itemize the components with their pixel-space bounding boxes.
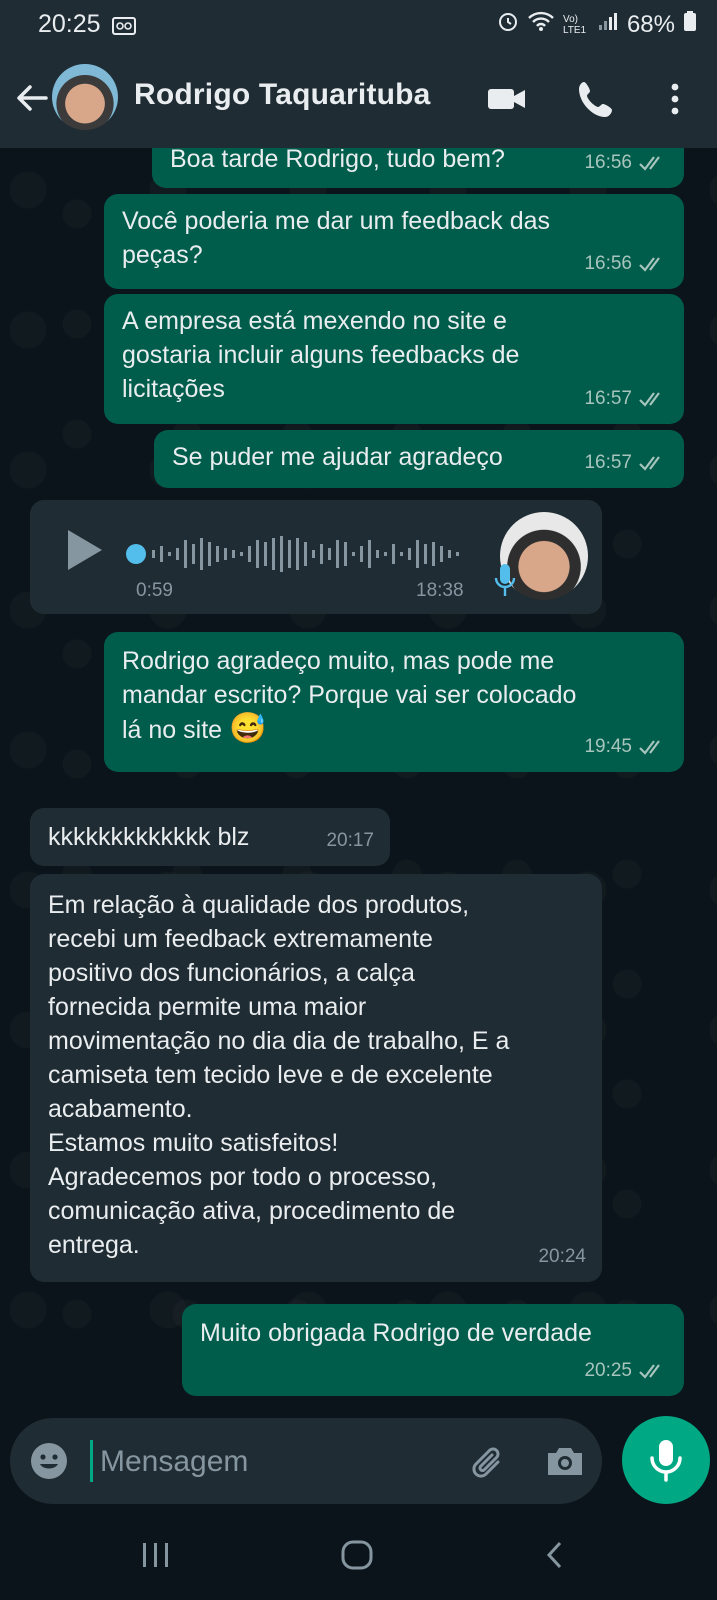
contact-name[interactable]: Rodrigo Taquarituba: [134, 78, 431, 112]
microphone-icon: [494, 562, 516, 603]
recent-apps-icon[interactable]: [140, 1540, 172, 1575]
battery-icon: [683, 10, 697, 39]
message-text: Muito obrigada Rodrigo de verdade: [200, 1319, 592, 1347]
status-time: 20:25: [38, 10, 101, 38]
signal-icon: [597, 10, 619, 39]
message-incoming[interactable]: kkkkkkkkkkkkk blz 20:17: [30, 808, 390, 866]
message-time: 16:57: [584, 452, 632, 473]
chat-area[interactable]: Boa tarde Rodrigo, tudo bem? 16:56 Você …: [0, 148, 717, 1410]
voicemail-icon: [112, 14, 136, 42]
status-bar: 20:25 Vo) LTE1 68%: [0, 0, 717, 50]
network-label: Vo) LTE1: [562, 13, 587, 36]
double-check-icon: [639, 456, 660, 471]
paperclip-icon[interactable]: [468, 1440, 510, 1487]
microphone-icon: [650, 1440, 682, 1482]
text-caret: [90, 1440, 93, 1482]
message-outgoing[interactable]: Boa tarde Rodrigo, tudo bem? 16:56: [152, 148, 684, 188]
message-incoming[interactable]: Em relação à qualidade dos produtos, rec…: [30, 874, 602, 1282]
message-meta: 20:17: [326, 824, 374, 858]
message-input[interactable]: [98, 1440, 442, 1484]
wifi-icon: [527, 10, 555, 39]
message-meta: 20:25: [584, 1354, 668, 1388]
message-time: 19:45: [584, 736, 632, 757]
phone-call-icon[interactable]: [576, 78, 618, 120]
voice-duration: 0:59: [136, 580, 173, 601]
message-meta: 16:57: [584, 382, 668, 416]
message-outgoing[interactable]: A empresa está mexendo no site e gostari…: [104, 294, 684, 424]
message-time: 18:38: [416, 580, 464, 601]
waveform[interactable]: [126, 532, 506, 576]
video-call-icon[interactable]: [486, 78, 528, 120]
grinning-sweat-emoji: 😅: [229, 712, 267, 745]
message-outgoing[interactable]: Se puder me ajudar agradeço 16:57: [154, 430, 684, 488]
message-time: 20:24: [538, 1246, 586, 1267]
message-time: 16:56: [584, 253, 632, 274]
home-icon[interactable]: [340, 1540, 374, 1575]
more-options-icon[interactable]: [654, 78, 696, 120]
voice-message[interactable]: 0:59 18:38: [30, 500, 602, 614]
message-meta: 16:57: [584, 446, 668, 480]
message-meta: 20:24: [538, 1240, 586, 1274]
double-check-icon: [639, 1364, 660, 1379]
back-nav-icon[interactable]: [544, 1540, 566, 1575]
chat-header: Rodrigo Taquarituba: [0, 50, 717, 148]
message-meta: 16:56: [584, 148, 668, 180]
message-composer: [10, 1418, 602, 1504]
emoji-icon[interactable]: [28, 1440, 70, 1487]
double-check-icon: [639, 392, 660, 407]
message-outgoing[interactable]: Rodrigo agradeço muito, mas pode me mand…: [104, 632, 684, 772]
double-check-icon: [639, 257, 660, 272]
camera-icon[interactable]: [544, 1440, 586, 1487]
message-time: 16:57: [584, 388, 632, 409]
message-meta: 19:45: [584, 730, 668, 764]
message-time: 20:25: [584, 1360, 632, 1381]
message-outgoing[interactable]: Você poderia me dar um feedback das peça…: [104, 194, 684, 289]
message-meta: 16:56: [584, 247, 668, 281]
alarm-icon: [497, 10, 519, 39]
message-text: kkkkkkkkkkkkk blz: [48, 823, 250, 851]
double-check-icon: [639, 740, 660, 755]
message-text: Em relação à qualidade dos produtos, rec…: [48, 891, 510, 1259]
battery-percent: 68%: [626, 10, 675, 38]
double-check-icon: [639, 156, 660, 171]
play-icon[interactable]: [68, 530, 102, 570]
message-time: 16:56: [584, 152, 632, 173]
message-time: 20:17: [326, 830, 374, 851]
message-text-body: Rodrigo agradeço muito, mas pode me mand…: [122, 647, 577, 744]
system-nav-bar: [0, 1510, 717, 1600]
contact-avatar[interactable]: [52, 64, 118, 130]
back-arrow-icon[interactable]: [12, 78, 52, 118]
voice-record-button[interactable]: [622, 1416, 710, 1504]
message-outgoing[interactable]: Muito obrigada Rodrigo de verdade 20:25: [182, 1304, 684, 1396]
